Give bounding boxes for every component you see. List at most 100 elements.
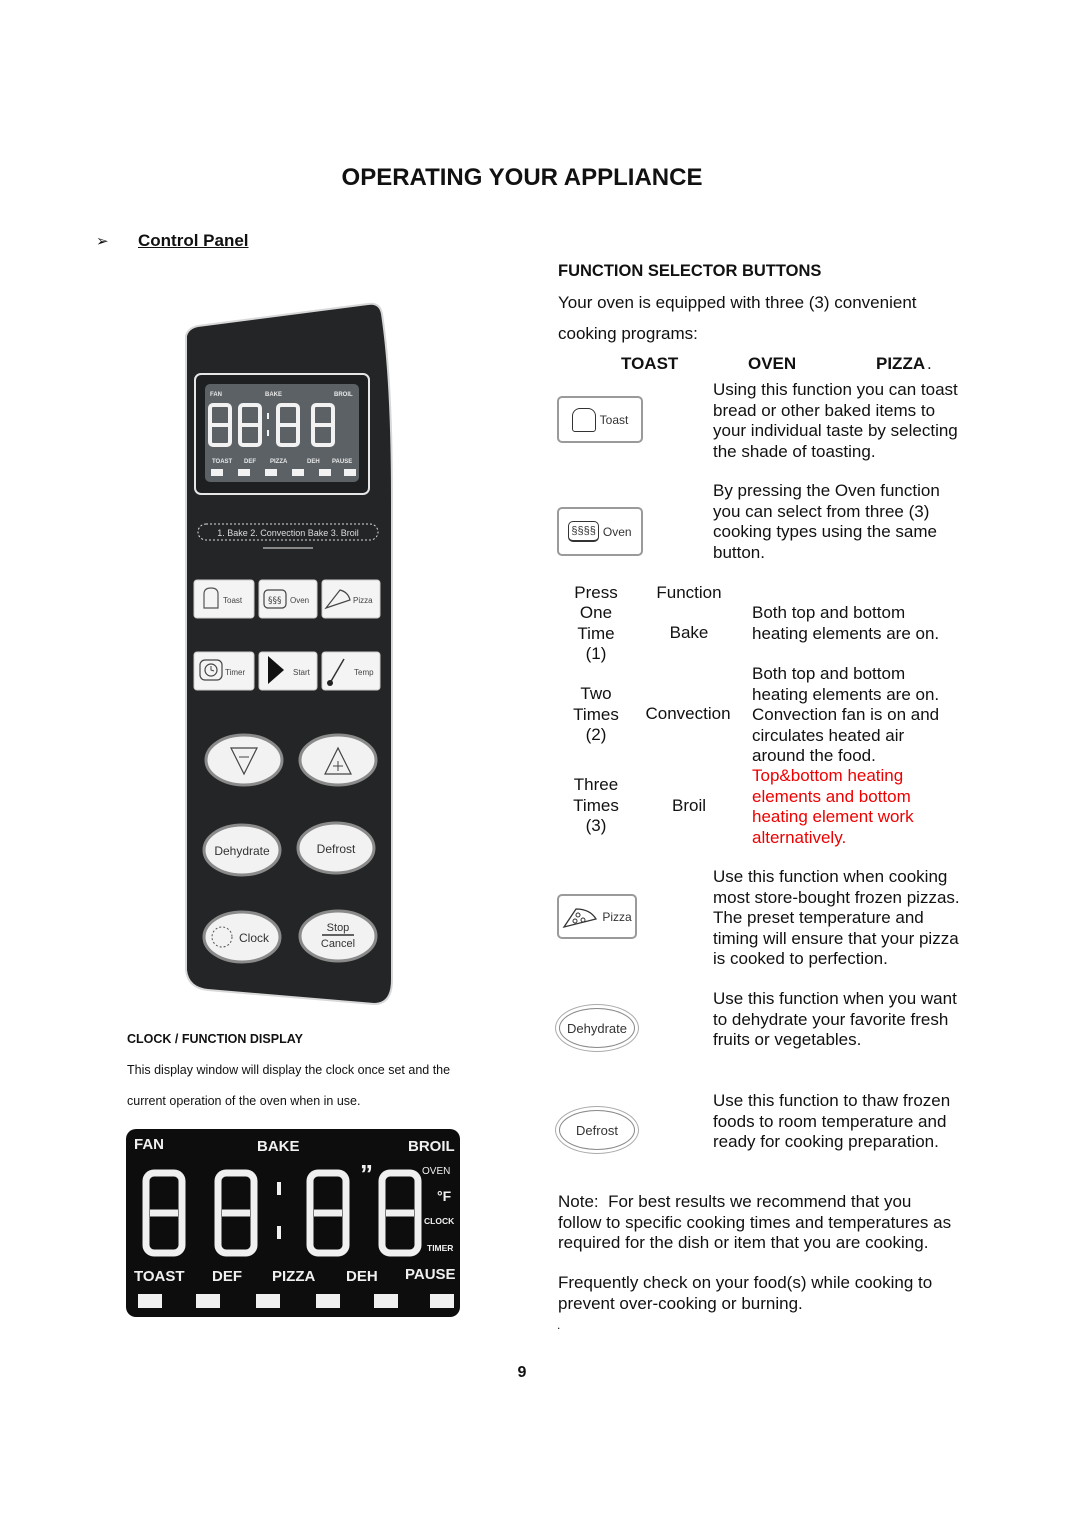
stop-cancel-button[interactable]: Stop Cancel: [298, 909, 378, 963]
big-lcd-bake: BAKE: [257, 1138, 300, 1155]
note-line: required for the dish or item that you a…: [558, 1233, 929, 1252]
table-row-press: One Time (1): [566, 603, 626, 665]
big-lcd-seconds-mark: ”: [360, 1159, 373, 1189]
toast-button[interactable]: Toast: [193, 579, 255, 619]
desc-line: Both top and bottom: [752, 664, 906, 683]
program-oven: OVEN: [748, 354, 797, 373]
defrost-button-image-label: Defrost: [576, 1122, 618, 1138]
press-word: Times: [573, 704, 619, 724]
press-word: Times: [573, 795, 619, 815]
check-line: Frequently check on your food(s) while c…: [558, 1273, 933, 1292]
page-number: 9: [517, 1364, 527, 1381]
desc-line: Convection fan is on and: [752, 705, 940, 724]
table-row-function: Bake: [669, 623, 709, 642]
note-line: Note: For best results we recommend that…: [558, 1192, 912, 1211]
lcd-label-def: DEF: [244, 459, 256, 465]
desc-line: Top&bottom heating: [752, 766, 904, 785]
desc-line: elements and bottom: [752, 786, 911, 806]
defrost-button-label: Defrost: [317, 842, 356, 856]
desc-line: circulates heated air: [752, 725, 905, 745]
defrost-button-image: Defrost: [559, 1110, 635, 1150]
big-lcd-deh: DEH: [346, 1268, 378, 1285]
desc-line: bread or other baked items to: [713, 400, 936, 420]
clock-button[interactable]: Clock: [202, 910, 282, 964]
bread-icon: [571, 407, 596, 432]
control-panel-illustration: FAN BAKE BROIL TOAST DEF PIZZA DEH PAUSE…: [168, 300, 418, 1020]
svg-text:§§§: §§§: [268, 596, 282, 606]
oven-button-image-label: Oven: [602, 524, 632, 539]
note-line: follow to specific cooking times and tem…: [558, 1212, 952, 1232]
desc-line: By pressing the Oven function: [713, 481, 940, 500]
defrost-button[interactable]: Defrost: [296, 821, 376, 875]
big-lcd-oven: OVEN: [422, 1166, 450, 1177]
desc-line: The preset temperature and: [713, 908, 924, 927]
press-count: (2): [585, 725, 607, 744]
pizza-button-image-label: Pizza: [602, 909, 632, 924]
press-count: (3): [585, 816, 607, 835]
timer-button-label: Timer: [225, 668, 245, 677]
table-row-function: Broil: [671, 796, 706, 815]
press-count: (1): [585, 644, 607, 663]
big-lcd-pizza: PIZZA: [272, 1268, 315, 1285]
timer-button[interactable]: Timer: [193, 651, 255, 691]
big-lcd-toast: TOAST: [134, 1268, 185, 1285]
increase-button[interactable]: [298, 733, 378, 787]
stray-period: .: [557, 1318, 561, 1332]
note-paragraph: Note: For best results we recommend that…: [558, 1192, 978, 1254]
press-word: Three: [573, 775, 619, 794]
pizza-slice-icon: [562, 907, 598, 928]
desc-line: is cooked to perfection.: [713, 949, 888, 968]
big-lcd-broil: BROIL: [408, 1138, 455, 1155]
cancel-label: Cancel: [321, 938, 355, 950]
program-list-period: .: [927, 354, 932, 373]
desc-line: timing will ensure that your pizza: [713, 928, 959, 948]
dehydrate-button-image: Dehydrate: [559, 1008, 635, 1048]
desc-line: heating elements are on.: [752, 684, 940, 704]
oven-modes-strip: 1. Bake 2. Convection Bake 3. Broil: [217, 528, 359, 538]
table-row-description-warning: Top&bottom heating elements and bottom h…: [752, 766, 982, 848]
dehydrate-button-image-label: Dehydrate: [567, 1020, 627, 1036]
lcd-label-fan: FAN: [210, 392, 222, 398]
toast-button-image: Toast: [557, 396, 643, 443]
desc-line: ready for cooking preparation.: [713, 1132, 939, 1151]
desc-line: Use this function when you want: [713, 989, 957, 1008]
arrow-bullet-icon: ➢: [96, 233, 109, 250]
desc-line: to dehydrate your favorite fresh: [713, 1009, 949, 1029]
lcd-label-broil: BROIL: [334, 392, 353, 398]
lcd-label-pizza: PIZZA: [270, 459, 288, 465]
temp-button[interactable]: Temp: [321, 651, 381, 691]
start-button[interactable]: Start: [258, 651, 318, 691]
table-row-function: Convection: [645, 704, 731, 723]
desc-line: Using this function you can toast: [713, 380, 958, 399]
page-title: OPERATING YOUR APPLIANCE: [341, 164, 703, 191]
clock-function-display-illustration: FAN BAKE BROIL OVEN °F CLOCK TIMER TOAST…: [126, 1129, 460, 1317]
oven-description: By pressing the Oven function you can se…: [713, 481, 983, 563]
pizza-button[interactable]: Pizza: [321, 579, 381, 619]
clock-display-text-line: This display window will display the clo…: [127, 1063, 451, 1077]
big-lcd-pause: PAUSE: [405, 1266, 456, 1283]
oven-button[interactable]: §§§ Oven: [258, 579, 318, 619]
dehydrate-button-label: Dehydrate: [214, 844, 270, 858]
temp-button-label: Temp: [354, 668, 374, 677]
dehydrate-button[interactable]: Dehydrate: [202, 823, 282, 877]
table-row-description: Both top and bottom heating elements are…: [752, 664, 982, 767]
defrost-description: Use this function to thaw frozen foods t…: [713, 1091, 983, 1153]
desc-line: Both top and bottom: [752, 603, 906, 622]
start-button-label: Start: [293, 668, 311, 677]
intro-text-line: cooking programs:: [558, 324, 698, 343]
control-panel-heading: Control Panel: [138, 231, 249, 250]
decrease-button[interactable]: [204, 733, 284, 787]
desc-line: around the food.: [752, 746, 876, 765]
big-lcd-fan: FAN: [134, 1136, 164, 1153]
big-lcd-fahrenheit: °F: [437, 1188, 452, 1204]
clock-button-label: Clock: [239, 931, 270, 945]
function-selector-heading: FUNCTION SELECTOR BUTTONS: [558, 262, 822, 280]
toast-button-image-label: Toast: [599, 412, 629, 427]
program-toast: TOAST: [621, 354, 679, 373]
desc-line: you can select from three (3): [713, 501, 930, 521]
pizza-description: Use this function when cooking most stor…: [713, 867, 988, 970]
press-word: Two: [580, 684, 612, 703]
lcd-label-bake: BAKE: [265, 392, 282, 398]
table-header-press: Press: [574, 583, 618, 602]
program-pizza: PIZZA: [876, 354, 926, 373]
